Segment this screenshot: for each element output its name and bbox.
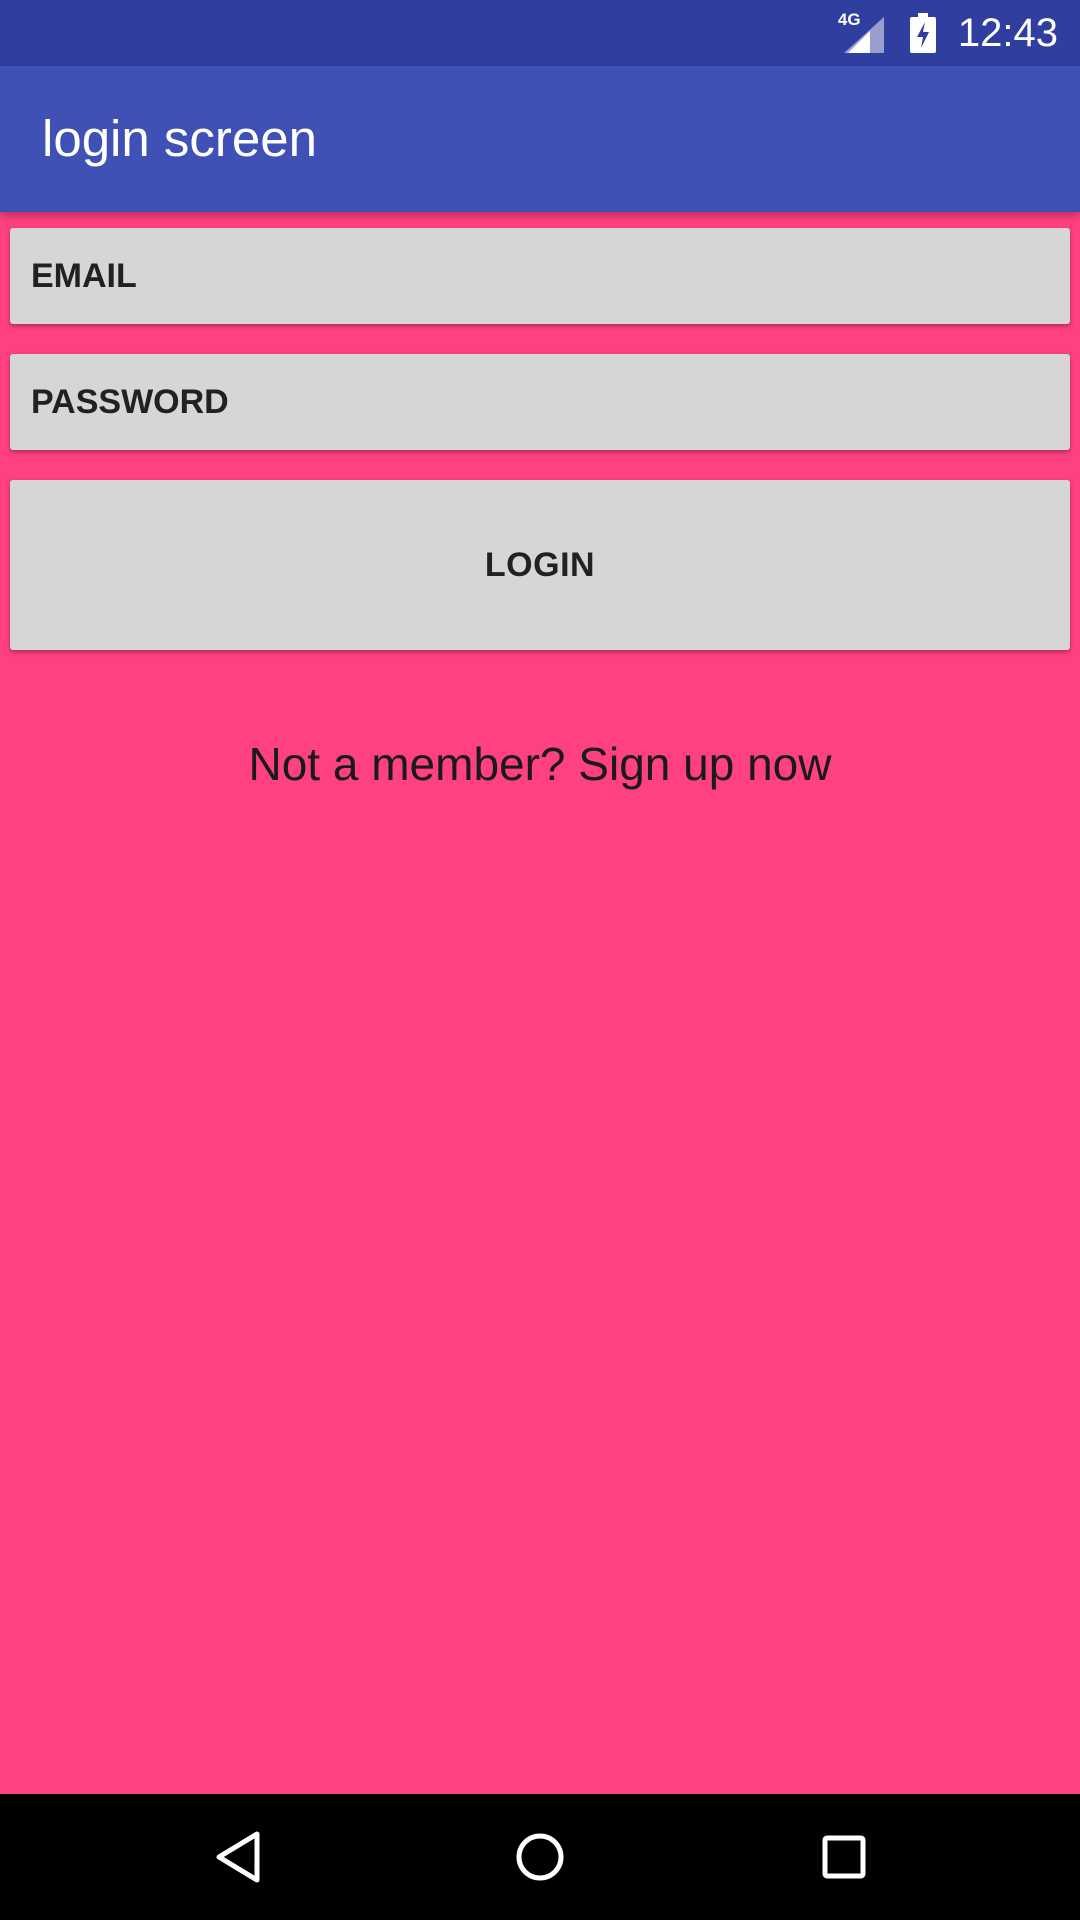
battery-charging-icon	[909, 13, 936, 53]
signal-icon	[843, 17, 884, 53]
back-button[interactable]	[168, 1794, 308, 1920]
app-bar: login screen	[0, 66, 1080, 212]
email-field[interactable]	[10, 228, 1070, 324]
network-indicator: 4G	[838, 11, 886, 55]
app-title: login screen	[42, 110, 317, 167]
recents-icon	[822, 1835, 866, 1879]
back-icon	[216, 1831, 260, 1883]
status-time: 12:43	[957, 11, 1058, 55]
navigation-bar	[0, 1794, 1080, 1920]
home-icon	[516, 1833, 564, 1881]
password-field[interactable]	[10, 354, 1070, 450]
recents-button[interactable]	[774, 1794, 914, 1920]
home-button[interactable]	[470, 1794, 610, 1920]
login-button[interactable]: LOGIN	[10, 480, 1070, 650]
signup-link[interactable]: Not a member? Sign up now	[0, 732, 1080, 796]
status-bar: 4G 12:43	[0, 0, 1080, 66]
